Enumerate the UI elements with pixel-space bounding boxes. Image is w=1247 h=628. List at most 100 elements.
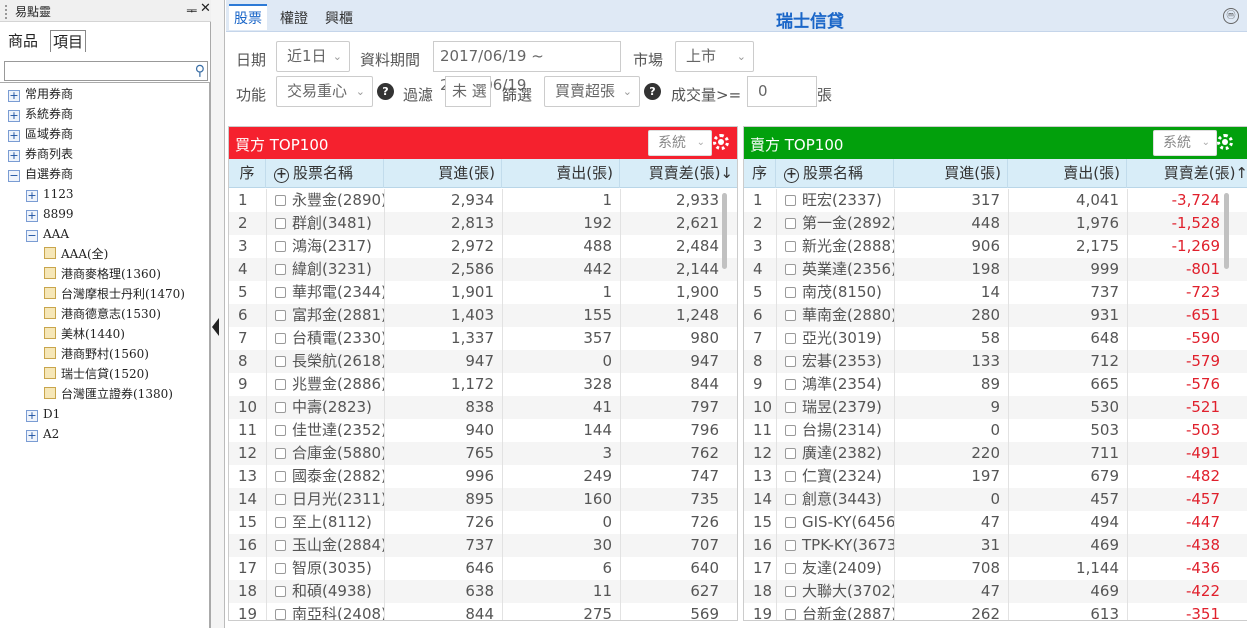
table-row[interactable]: 15 至上(8112) 726 0 726	[229, 511, 737, 534]
stock-name[interactable]: 華邦電(2344)	[292, 283, 384, 301]
stock-name[interactable]: 佳世達(2352)	[292, 421, 384, 439]
row-checkbox[interactable]	[785, 448, 796, 459]
tree-item[interactable]: +1123	[26, 184, 74, 204]
col-stock-name[interactable]: + 股票名稱	[266, 159, 384, 188]
table-row[interactable]: 3 鴻海(2317) 2,972 488 2,484	[229, 235, 737, 258]
row-checkbox[interactable]	[785, 471, 796, 482]
stock-name[interactable]: GIS-KY(6456)	[802, 513, 894, 531]
collapse-icon[interactable]: −	[26, 230, 38, 242]
stock-name[interactable]: 富邦金(2881)	[292, 306, 384, 324]
row-checkbox[interactable]	[785, 379, 796, 390]
stock-name[interactable]: 台揚(2314)	[802, 421, 882, 439]
table-row[interactable]: 9 兆豐金(2886) 1,172 328 844	[229, 373, 737, 396]
stock-name[interactable]: 鴻海(2317)	[292, 237, 372, 255]
tree-item[interactable]: + A2	[26, 424, 59, 444]
period-field[interactable]: 2017/06/19 ~ 2017/06/19	[433, 41, 621, 94]
table-row[interactable]: 13 仁寶(2324) 197 679 -482	[744, 465, 1247, 488]
row-checkbox[interactable]	[275, 264, 286, 275]
row-checkbox[interactable]	[785, 494, 796, 505]
stock-name[interactable]: 友達(2409)	[802, 559, 882, 577]
row-checkbox[interactable]	[785, 333, 796, 344]
collapse-icon[interactable]: −	[8, 170, 20, 182]
row-checkbox[interactable]	[275, 540, 286, 551]
expand-icon[interactable]: +	[26, 190, 38, 202]
filter-button[interactable]: 未 選	[445, 76, 491, 107]
stock-name[interactable]: 玉山金(2884)	[292, 536, 384, 554]
table-row[interactable]: 12 廣達(2382) 220 711 -491	[744, 442, 1247, 465]
table-row[interactable]: 4 緯創(3231) 2,586 442 2,144	[229, 258, 737, 281]
table-row[interactable]: 4 英業達(2356) 198 999 -801	[744, 258, 1247, 281]
market-select[interactable]: 上市 ⌄	[675, 41, 754, 72]
row-checkbox[interactable]	[275, 310, 286, 321]
row-checkbox[interactable]	[275, 333, 286, 344]
tab-items[interactable]: 項目	[50, 30, 87, 52]
row-checkbox[interactable]	[275, 356, 286, 367]
stock-name[interactable]: 旺宏(2337)	[802, 191, 882, 209]
row-checkbox[interactable]	[785, 356, 796, 367]
expand-icon[interactable]: +	[8, 150, 20, 162]
col-stock-name[interactable]: + 股票名稱	[776, 159, 894, 188]
row-checkbox[interactable]	[275, 517, 286, 528]
sell-source-select[interactable]: 系統 ⌄	[1153, 130, 1217, 156]
table-row[interactable]: 5 華邦電(2344) 1,901 1 1,900	[229, 281, 737, 304]
table-row[interactable]: 11 佳世達(2352) 940 144 796	[229, 419, 737, 442]
volume-input[interactable]: 0	[747, 76, 817, 107]
row-checkbox[interactable]	[785, 195, 796, 206]
table-row[interactable]: 6 富邦金(2881) 1,403 155 1,248	[229, 304, 737, 327]
row-checkbox[interactable]	[785, 310, 796, 321]
tab-stocks[interactable]: 股票	[229, 4, 267, 30]
tree-item[interactable]: − AAA	[26, 224, 69, 244]
row-checkbox[interactable]	[275, 586, 286, 597]
tree-item[interactable]: 港商德意志(1530)	[44, 304, 161, 324]
table-row[interactable]: 8 宏碁(2353) 133 712 -579	[744, 350, 1247, 373]
stock-name[interactable]: 第一金(2892)	[802, 214, 894, 232]
row-checkbox[interactable]	[785, 586, 796, 597]
table-row[interactable]: 13 國泰金(2882) 996 249 747	[229, 465, 737, 488]
table-row[interactable]: 1 旺宏(2337) 317 4,041 -3,724	[744, 189, 1247, 212]
table-row[interactable]: 17 智原(3035) 646 6 640	[229, 557, 737, 580]
col-net[interactable]: 買賣差(張)↓	[620, 159, 737, 188]
table-row[interactable]: 2 群創(3481) 2,813 192 2,621	[229, 212, 737, 235]
row-checkbox[interactable]	[275, 195, 286, 206]
row-checkbox[interactable]	[785, 563, 796, 574]
function-help-icon[interactable]: ?	[377, 83, 394, 100]
stock-name[interactable]: 緯創(3231)	[292, 260, 372, 278]
stock-name[interactable]: 亞光(3019)	[802, 329, 882, 347]
tree-item[interactable]: + 系統券商	[8, 104, 73, 124]
stock-name[interactable]: 英業達(2356)	[802, 260, 894, 278]
tree-item[interactable]: + 區域券商	[8, 124, 73, 144]
table-row[interactable]: 15 GIS-KY(6456) 47 494 -447	[744, 511, 1247, 534]
expand-icon[interactable]: +	[26, 430, 38, 442]
table-row[interactable]: 5 南茂(8150) 14 737 -723	[744, 281, 1247, 304]
row-checkbox[interactable]	[275, 563, 286, 574]
row-checkbox[interactable]	[275, 241, 286, 252]
stock-name[interactable]: 瑞昱(2379)	[802, 398, 882, 416]
search-icon[interactable]: ⚲	[195, 63, 205, 79]
row-checkbox[interactable]	[275, 402, 286, 413]
drag-grip-icon[interactable]	[5, 5, 8, 19]
table-row[interactable]: 9 鴻準(2354) 89 665 -576	[744, 373, 1247, 396]
tree-item[interactable]: + 常用券商	[8, 84, 73, 104]
expand-icon[interactable]: +	[8, 110, 20, 122]
table-row[interactable]: 14 日月光(2311) 895 160 735	[229, 488, 737, 511]
tree-item[interactable]: AAA(全)	[44, 244, 108, 264]
search-input[interactable]: ⚲	[4, 61, 208, 81]
row-checkbox[interactable]	[275, 287, 286, 298]
row-checkbox[interactable]	[785, 609, 796, 620]
table-row[interactable]: 18 和碩(4938) 638 11 627	[229, 580, 737, 603]
stock-name[interactable]: 國泰金(2882)	[292, 467, 384, 485]
table-row[interactable]: 19 台新金(2887) 262 613 -351	[744, 603, 1247, 620]
row-checkbox[interactable]	[785, 540, 796, 551]
expand-icon[interactable]: +	[26, 410, 38, 422]
row-checkbox[interactable]	[275, 494, 286, 505]
stock-name[interactable]: 台新金(2887)	[802, 605, 894, 620]
table-row[interactable]: 8 長榮航(2618) 947 0 947	[229, 350, 737, 373]
table-row[interactable]: 18 大聯大(3702) 47 469 -422	[744, 580, 1247, 603]
table-row[interactable]: 19 南亞科(2408) 844 275 569	[229, 603, 737, 620]
tab-warrants[interactable]: 權證	[280, 6, 308, 32]
row-checkbox[interactable]	[785, 517, 796, 528]
col-buy[interactable]: 買進(張)	[384, 159, 502, 188]
stock-name[interactable]: 和碩(4938)	[292, 582, 372, 600]
expand-icon[interactable]: +	[26, 210, 38, 222]
col-sell[interactable]: 賣出(張)	[1008, 159, 1127, 188]
